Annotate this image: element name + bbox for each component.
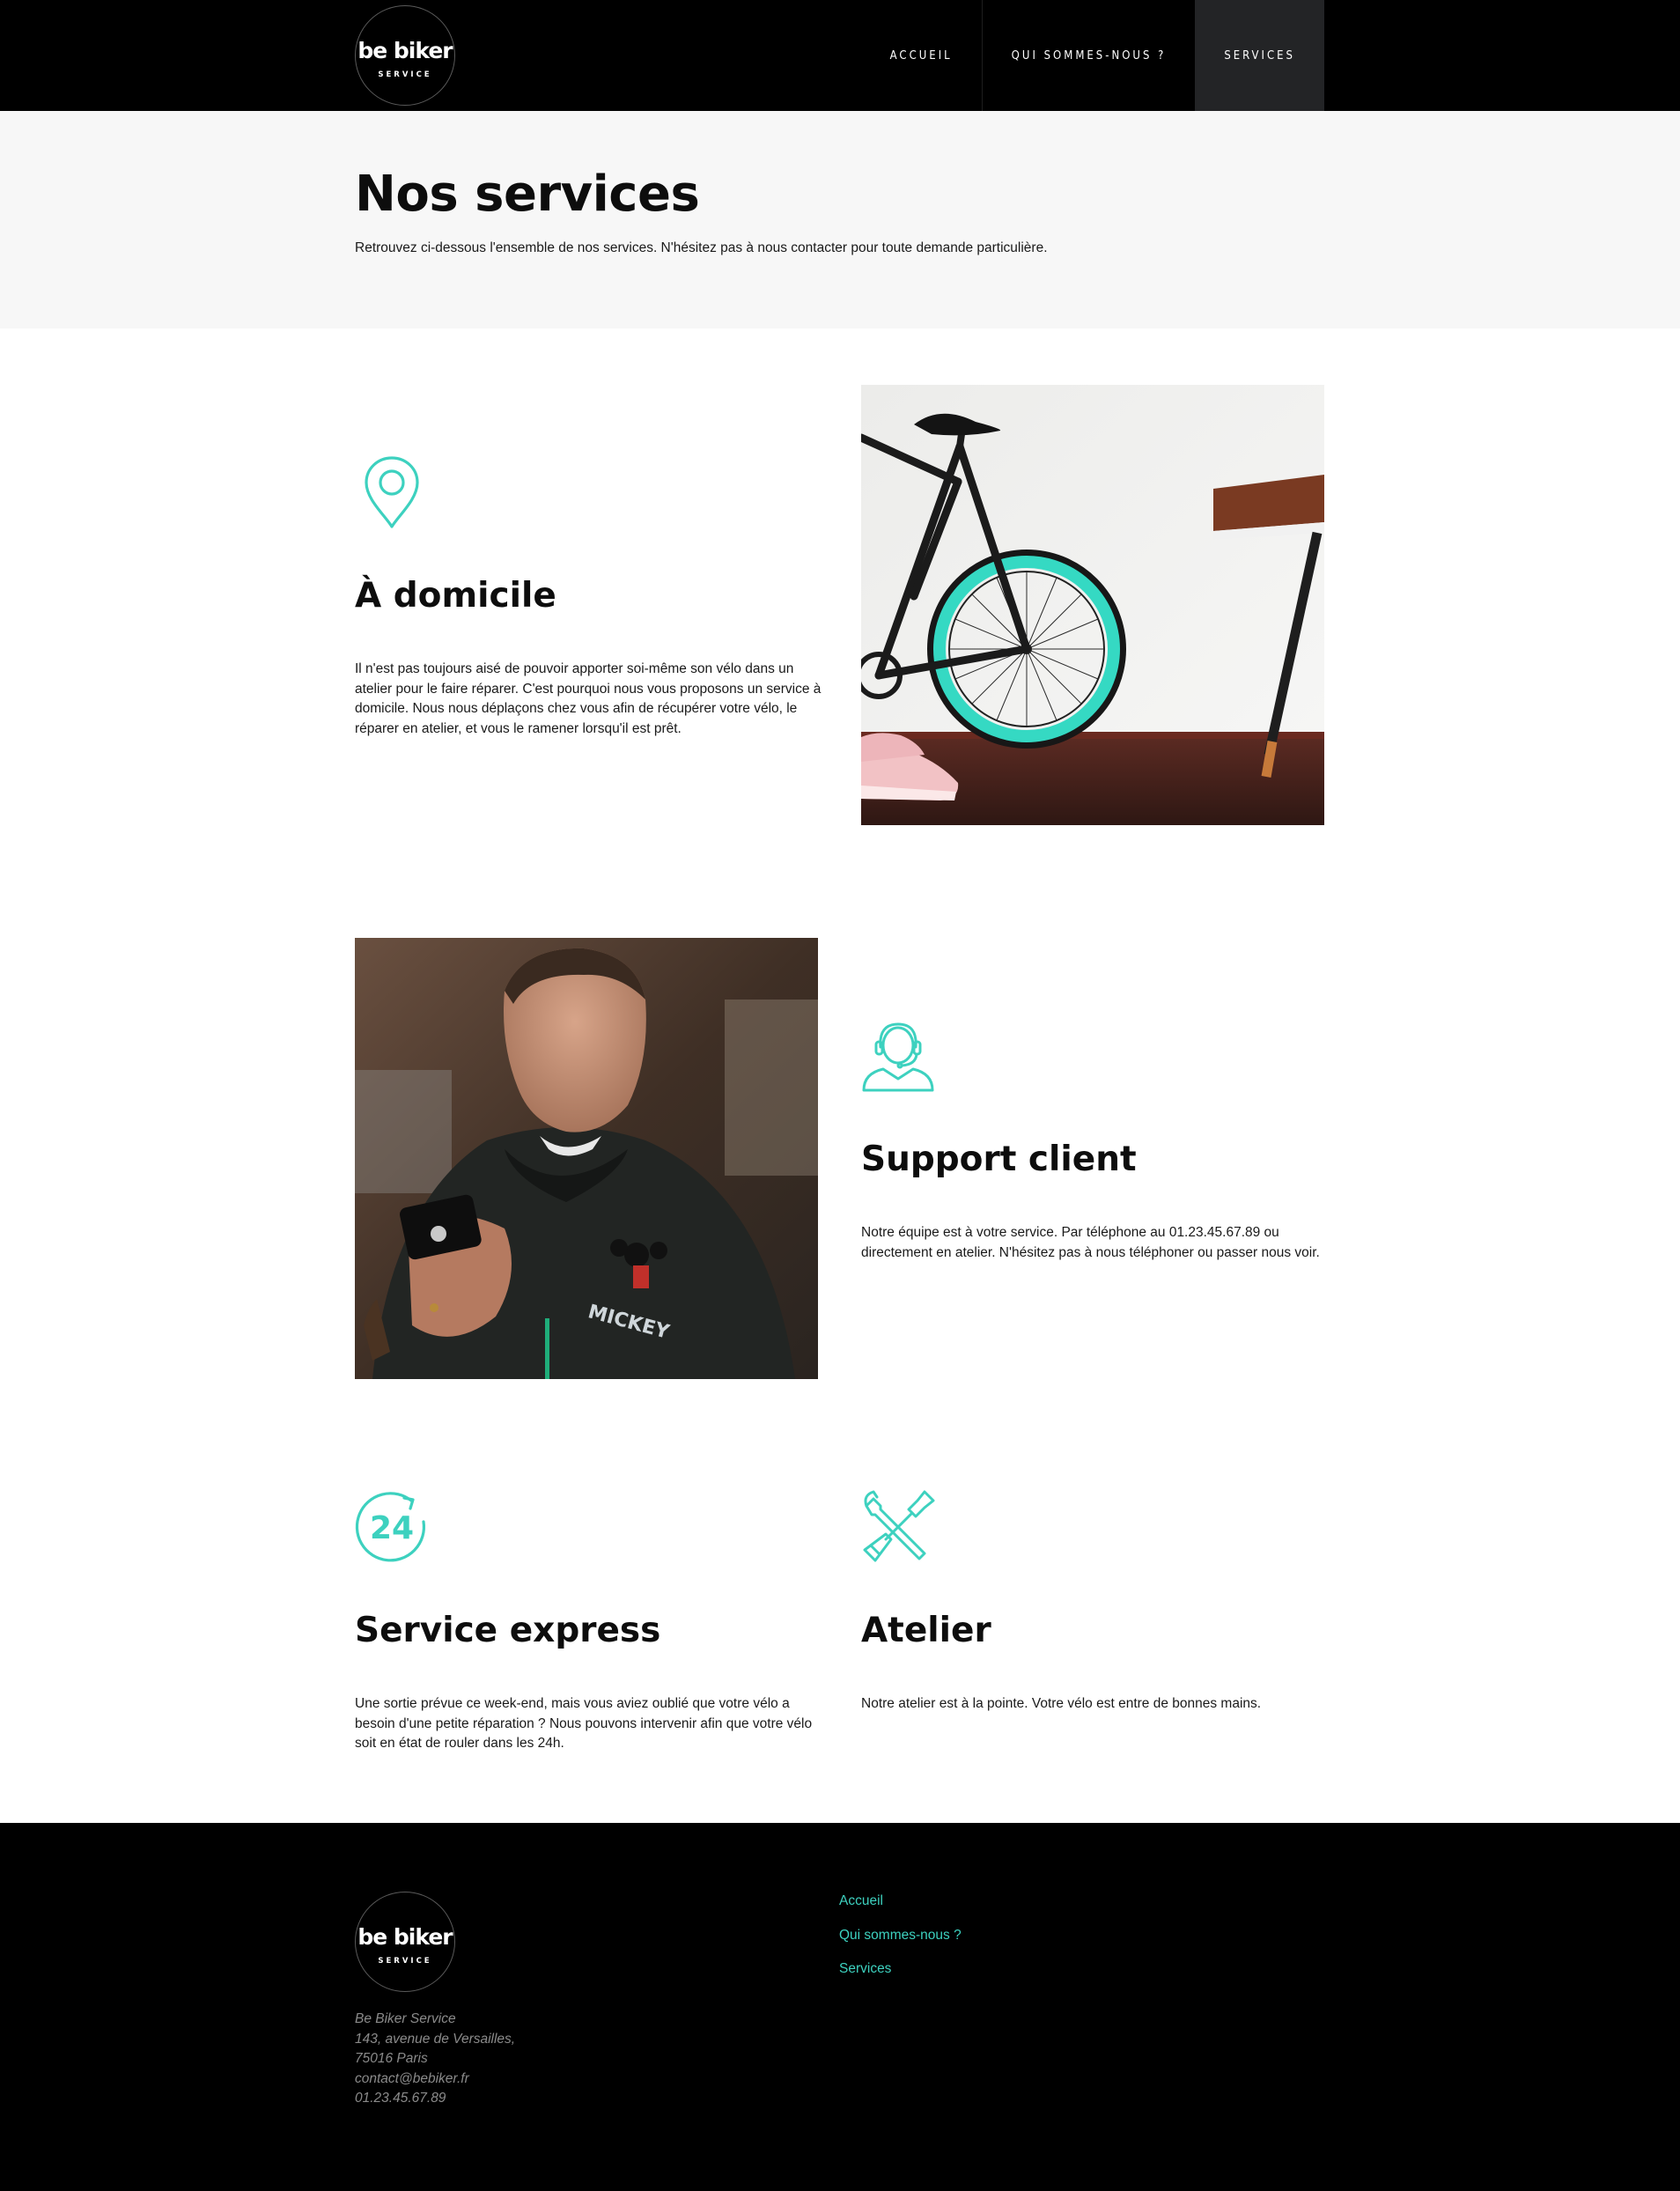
service-description: Une sortie prévue ce week-end, mais vous… [355,1696,813,1751]
24h-icon: 24 [355,1492,426,1562]
contact-email[interactable]: contact@bebiker.fr [355,2069,515,2090]
company-name: Be Biker Service [355,2011,456,2026]
service-support: Support client Notre équipe est à votre … [861,1019,1328,1318]
footer-link-qui-sommes-nous[interactable]: Qui sommes-nous ? [839,1926,962,1945]
service-description: Il n'est pas toujours aisé de pouvoir ap… [355,661,822,736]
service-atelier: Atelier Notre atelier est à la pointe. V… [861,1490,1328,1781]
footer-link-services[interactable]: Services [839,1959,962,1979]
service-title: Support client [861,1140,1137,1179]
service-description: Notre atelier est à la pointe. Votre vél… [861,1696,1262,1711]
footer-link-accueil[interactable]: Accueil [839,1892,962,1911]
city-address: 75016 Paris [355,2051,428,2066]
street-address: 143, avenue de Versailles, [355,2031,516,2047]
customer-phone-photo: MICKEY [355,938,818,1379]
page-subtitle: Retrouvez ci-dessous l'ensemble de nos s… [355,240,1048,255]
service-title: À domicile [355,576,556,616]
service-description: Notre équipe est à votre service. Par té… [861,1225,1320,1260]
footer-nav: Accueil Qui sommes-nous ? Services [839,1892,962,1994]
logo-sub-text: SERVICE [378,70,432,79]
nav-item-qui-sommes-nous[interactable]: QUI SOMMES-NOUS ? [981,0,1196,111]
bicycle-photo [861,385,1324,825]
service-express: 24 Service express Une sortie prévue ce … [355,1490,822,1781]
nav-item-services[interactable]: SERVICES [1195,0,1324,111]
location-pin-icon [365,456,419,528]
nav-item-accueil[interactable]: ACCUEIL [861,0,982,111]
24h-icon-text: 24 [370,1510,414,1546]
contact-phone[interactable]: 01.23.45.67.89 [355,2089,515,2109]
page-title: Nos services [355,166,700,223]
hero-section: Nos services Retrouvez ci-dessous l'ense… [0,111,1680,328]
headset-icon [862,1022,934,1092]
site-footer: be biker SERVICE Be Biker Service 143, a… [0,1823,1680,2191]
service-domicile: À domicile Il n'est pas toujours aisé de… [355,455,822,737]
site-header: be biker SERVICE ACCUEIL QUI SOMMES-NOUS… [0,0,1680,111]
logo-brand-text: be biker [357,1924,453,1950]
logo-sub-text: SERVICE [378,1957,432,1966]
service-title: Service express [355,1611,661,1650]
logo[interactable]: be biker SERVICE [355,5,455,106]
footer-logo[interactable]: be biker SERVICE [355,1892,455,1992]
service-title: Atelier [861,1611,991,1650]
logo-brand-text: be biker [357,38,453,63]
footer-address: Be Biker Service 143, avenue de Versaill… [355,2010,515,2109]
main-nav: ACCUEIL QUI SOMMES-NOUS ? SERVICES [861,0,1324,111]
tools-icon [863,1490,935,1562]
